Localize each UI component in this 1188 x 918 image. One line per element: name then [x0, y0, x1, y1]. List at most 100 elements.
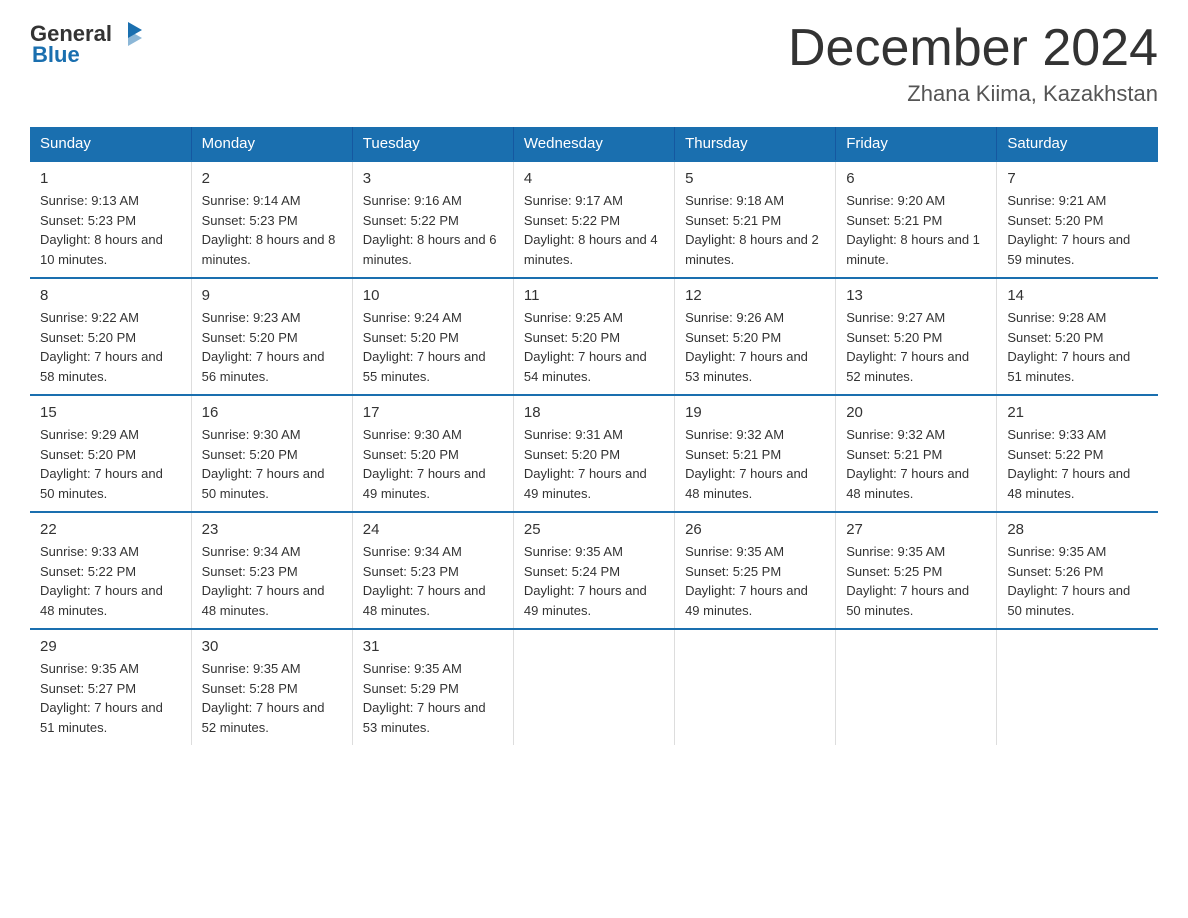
day-info: Sunrise: 9:22 AMSunset: 5:20 PMDaylight:…: [40, 310, 163, 384]
calendar-cell: 8 Sunrise: 9:22 AMSunset: 5:20 PMDayligh…: [30, 278, 191, 395]
calendar-cell: 2 Sunrise: 9:14 AMSunset: 5:23 PMDayligh…: [191, 161, 352, 278]
day-info: Sunrise: 9:32 AMSunset: 5:21 PMDaylight:…: [685, 427, 808, 501]
calendar-cell: 1 Sunrise: 9:13 AMSunset: 5:23 PMDayligh…: [30, 161, 191, 278]
calendar-cell: 13 Sunrise: 9:27 AMSunset: 5:20 PMDaylig…: [836, 278, 997, 395]
day-number: 17: [363, 404, 503, 421]
day-number: 2: [202, 170, 342, 187]
day-number: 31: [363, 638, 503, 655]
calendar-cell: 3 Sunrise: 9:16 AMSunset: 5:22 PMDayligh…: [352, 161, 513, 278]
weekday-header-saturday: Saturday: [997, 127, 1158, 161]
day-number: 7: [1007, 170, 1148, 187]
calendar-cell: 11 Sunrise: 9:25 AMSunset: 5:20 PMDaylig…: [513, 278, 674, 395]
day-info: Sunrise: 9:27 AMSunset: 5:20 PMDaylight:…: [846, 310, 969, 384]
day-number: 28: [1007, 521, 1148, 538]
day-number: 15: [40, 404, 181, 421]
weekday-header-friday: Friday: [836, 127, 997, 161]
calendar-cell: 21 Sunrise: 9:33 AMSunset: 5:22 PMDaylig…: [997, 395, 1158, 512]
day-info: Sunrise: 9:35 AMSunset: 5:28 PMDaylight:…: [202, 661, 325, 735]
month-year-title: December 2024: [788, 20, 1158, 77]
day-number: 13: [846, 287, 986, 304]
day-info: Sunrise: 9:16 AMSunset: 5:22 PMDaylight:…: [363, 193, 497, 267]
weekday-header-wednesday: Wednesday: [513, 127, 674, 161]
day-info: Sunrise: 9:23 AMSunset: 5:20 PMDaylight:…: [202, 310, 325, 384]
day-number: 8: [40, 287, 181, 304]
day-info: Sunrise: 9:35 AMSunset: 5:26 PMDaylight:…: [1007, 544, 1130, 618]
day-info: Sunrise: 9:35 AMSunset: 5:27 PMDaylight:…: [40, 661, 163, 735]
calendar-cell: 12 Sunrise: 9:26 AMSunset: 5:20 PMDaylig…: [675, 278, 836, 395]
day-number: 11: [524, 287, 664, 304]
day-info: Sunrise: 9:34 AMSunset: 5:23 PMDaylight:…: [363, 544, 486, 618]
calendar-cell: 10 Sunrise: 9:24 AMSunset: 5:20 PMDaylig…: [352, 278, 513, 395]
day-number: 14: [1007, 287, 1148, 304]
calendar-cell: 22 Sunrise: 9:33 AMSunset: 5:22 PMDaylig…: [30, 512, 191, 629]
day-number: 16: [202, 404, 342, 421]
logo: General Blue: [30, 20, 142, 68]
weekday-header-thursday: Thursday: [675, 127, 836, 161]
day-number: 18: [524, 404, 664, 421]
day-number: 24: [363, 521, 503, 538]
day-info: Sunrise: 9:21 AMSunset: 5:20 PMDaylight:…: [1007, 193, 1130, 267]
calendar-cell: 14 Sunrise: 9:28 AMSunset: 5:20 PMDaylig…: [997, 278, 1158, 395]
page-header: General Blue December 2024 Zhana Kiima, …: [30, 20, 1158, 107]
weekday-header-tuesday: Tuesday: [352, 127, 513, 161]
day-info: Sunrise: 9:35 AMSunset: 5:25 PMDaylight:…: [685, 544, 808, 618]
calendar-week-row: 22 Sunrise: 9:33 AMSunset: 5:22 PMDaylig…: [30, 512, 1158, 629]
calendar-cell: 19 Sunrise: 9:32 AMSunset: 5:21 PMDaylig…: [675, 395, 836, 512]
calendar-cell: 4 Sunrise: 9:17 AMSunset: 5:22 PMDayligh…: [513, 161, 674, 278]
day-number: 3: [363, 170, 503, 187]
calendar-cell: 16 Sunrise: 9:30 AMSunset: 5:20 PMDaylig…: [191, 395, 352, 512]
calendar-cell: 29 Sunrise: 9:35 AMSunset: 5:27 PMDaylig…: [30, 629, 191, 745]
calendar-cell: 20 Sunrise: 9:32 AMSunset: 5:21 PMDaylig…: [836, 395, 997, 512]
day-number: 21: [1007, 404, 1148, 421]
day-info: Sunrise: 9:30 AMSunset: 5:20 PMDaylight:…: [363, 427, 486, 501]
calendar-cell: 6 Sunrise: 9:20 AMSunset: 5:21 PMDayligh…: [836, 161, 997, 278]
calendar-cell: 24 Sunrise: 9:34 AMSunset: 5:23 PMDaylig…: [352, 512, 513, 629]
day-info: Sunrise: 9:18 AMSunset: 5:21 PMDaylight:…: [685, 193, 819, 267]
calendar-cell: 23 Sunrise: 9:34 AMSunset: 5:23 PMDaylig…: [191, 512, 352, 629]
day-number: 25: [524, 521, 664, 538]
day-info: Sunrise: 9:17 AMSunset: 5:22 PMDaylight:…: [524, 193, 658, 267]
day-info: Sunrise: 9:35 AMSunset: 5:25 PMDaylight:…: [846, 544, 969, 618]
day-info: Sunrise: 9:26 AMSunset: 5:20 PMDaylight:…: [685, 310, 808, 384]
calendar-week-row: 15 Sunrise: 9:29 AMSunset: 5:20 PMDaylig…: [30, 395, 1158, 512]
location-subtitle: Zhana Kiima, Kazakhstan: [788, 81, 1158, 107]
day-info: Sunrise: 9:35 AMSunset: 5:29 PMDaylight:…: [363, 661, 486, 735]
day-info: Sunrise: 9:13 AMSunset: 5:23 PMDaylight:…: [40, 193, 163, 267]
calendar-cell: 30 Sunrise: 9:35 AMSunset: 5:28 PMDaylig…: [191, 629, 352, 745]
day-number: 10: [363, 287, 503, 304]
day-number: 4: [524, 170, 664, 187]
day-number: 9: [202, 287, 342, 304]
day-info: Sunrise: 9:32 AMSunset: 5:21 PMDaylight:…: [846, 427, 969, 501]
day-info: Sunrise: 9:33 AMSunset: 5:22 PMDaylight:…: [40, 544, 163, 618]
calendar-cell: 15 Sunrise: 9:29 AMSunset: 5:20 PMDaylig…: [30, 395, 191, 512]
day-info: Sunrise: 9:29 AMSunset: 5:20 PMDaylight:…: [40, 427, 163, 501]
day-number: 6: [846, 170, 986, 187]
calendar-cell: 9 Sunrise: 9:23 AMSunset: 5:20 PMDayligh…: [191, 278, 352, 395]
day-info: Sunrise: 9:33 AMSunset: 5:22 PMDaylight:…: [1007, 427, 1130, 501]
calendar-cell: 25 Sunrise: 9:35 AMSunset: 5:24 PMDaylig…: [513, 512, 674, 629]
calendar-cell: 7 Sunrise: 9:21 AMSunset: 5:20 PMDayligh…: [997, 161, 1158, 278]
logo-flag-icon: [114, 20, 142, 48]
day-number: 1: [40, 170, 181, 187]
calendar-cell: [836, 629, 997, 745]
calendar-week-row: 8 Sunrise: 9:22 AMSunset: 5:20 PMDayligh…: [30, 278, 1158, 395]
calendar-cell: [997, 629, 1158, 745]
day-info: Sunrise: 9:24 AMSunset: 5:20 PMDaylight:…: [363, 310, 486, 384]
day-info: Sunrise: 9:34 AMSunset: 5:23 PMDaylight:…: [202, 544, 325, 618]
calendar-cell: 17 Sunrise: 9:30 AMSunset: 5:20 PMDaylig…: [352, 395, 513, 512]
calendar-cell: [513, 629, 674, 745]
day-number: 26: [685, 521, 825, 538]
calendar-cell: 27 Sunrise: 9:35 AMSunset: 5:25 PMDaylig…: [836, 512, 997, 629]
calendar-cell: [675, 629, 836, 745]
calendar-table: SundayMondayTuesdayWednesdayThursdayFrid…: [30, 127, 1158, 745]
weekday-header-row: SundayMondayTuesdayWednesdayThursdayFrid…: [30, 127, 1158, 161]
day-number: 30: [202, 638, 342, 655]
day-number: 23: [202, 521, 342, 538]
day-number: 19: [685, 404, 825, 421]
weekday-header-monday: Monday: [191, 127, 352, 161]
weekday-header-sunday: Sunday: [30, 127, 191, 161]
day-number: 22: [40, 521, 181, 538]
logo-blue-text: Blue: [32, 42, 80, 68]
day-number: 20: [846, 404, 986, 421]
calendar-cell: 26 Sunrise: 9:35 AMSunset: 5:25 PMDaylig…: [675, 512, 836, 629]
